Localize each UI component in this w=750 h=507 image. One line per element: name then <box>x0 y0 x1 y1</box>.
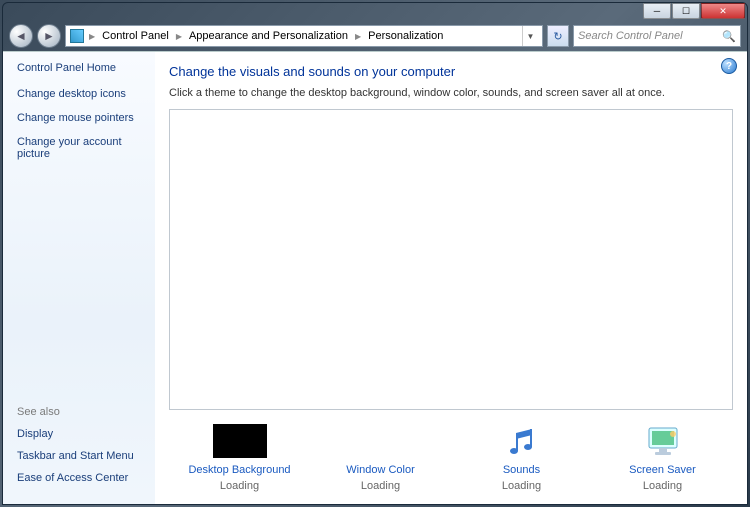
breadcrumb-item[interactable]: Personalization <box>366 30 445 42</box>
screen-saver-icon <box>633 424 693 458</box>
setting-label: Sounds <box>503 464 540 476</box>
sidebar: Control Panel Home Change desktop icons … <box>3 52 155 504</box>
control-panel-icon <box>70 29 84 43</box>
forward-button[interactable]: ► <box>37 24 61 48</box>
setting-screen-saver[interactable]: Screen Saver Loading <box>598 424 728 492</box>
page-subtitle: Click a theme to change the desktop back… <box>169 87 733 99</box>
see-also-display[interactable]: Display <box>17 428 145 440</box>
setting-status: Loading <box>361 480 400 492</box>
breadcrumb-item[interactable]: Control Panel <box>100 30 171 42</box>
setting-status: Loading <box>502 480 541 492</box>
setting-sounds[interactable]: Sounds Loading <box>457 424 587 492</box>
see-also-ease-of-access[interactable]: Ease of Access Center <box>17 472 145 484</box>
maximize-button[interactable]: ☐ <box>672 3 700 19</box>
setting-label: Desktop Background <box>188 464 290 476</box>
settings-row: Desktop Background Loading Window Color … <box>169 410 733 496</box>
breadcrumb[interactable]: ▶ Control Panel ▶ Appearance and Persona… <box>65 25 543 47</box>
chevron-right-icon: ▶ <box>173 32 185 41</box>
search-placeholder: Search Control Panel <box>578 30 683 42</box>
desktop-background-thumbnail <box>210 424 270 458</box>
title-bar: ─ ☐ ✕ <box>3 3 747 23</box>
chevron-right-icon: ▶ <box>352 32 364 41</box>
close-button[interactable]: ✕ <box>701 3 745 19</box>
content-area: Control Panel Home Change desktop icons … <box>3 51 747 504</box>
theme-list[interactable] <box>169 109 733 410</box>
setting-label: Window Color <box>346 464 414 476</box>
window-buttons: ─ ☐ ✕ <box>642 3 745 19</box>
see-also-taskbar[interactable]: Taskbar and Start Menu <box>17 450 145 462</box>
setting-desktop-background[interactable]: Desktop Background Loading <box>175 424 305 492</box>
address-bar: ◄ ► ▶ Control Panel ▶ Appearance and Per… <box>3 23 747 51</box>
setting-label: Screen Saver <box>629 464 696 476</box>
setting-status: Loading <box>643 480 682 492</box>
window-frame: ─ ☐ ✕ ◄ ► ▶ Control Panel ▶ Appearance a… <box>2 2 748 505</box>
setting-status: Loading <box>220 480 259 492</box>
search-icon: 🔍 <box>722 30 736 43</box>
task-change-account-picture[interactable]: Change your account picture <box>17 136 145 160</box>
page-title: Change the visuals and sounds on your co… <box>169 64 733 79</box>
control-panel-home-link[interactable]: Control Panel Home <box>17 62 145 74</box>
chevron-right-icon: ▶ <box>86 32 98 41</box>
setting-window-color[interactable]: Window Color Loading <box>316 424 446 492</box>
breadcrumb-dropdown[interactable]: ▼ <box>522 26 538 46</box>
breadcrumb-item[interactable]: Appearance and Personalization <box>187 30 350 42</box>
minimize-button[interactable]: ─ <box>643 3 671 19</box>
main-panel: ? Change the visuals and sounds on your … <box>155 52 747 504</box>
search-input[interactable]: Search Control Panel 🔍 <box>573 25 741 47</box>
black-thumbnail <box>213 424 267 458</box>
window-color-icon <box>351 424 411 458</box>
help-icon[interactable]: ? <box>721 58 737 74</box>
refresh-button[interactable]: ↻ <box>547 25 569 47</box>
see-also-header: See also <box>17 406 145 418</box>
task-change-desktop-icons[interactable]: Change desktop icons <box>17 88 145 100</box>
task-change-mouse-pointers[interactable]: Change mouse pointers <box>17 112 145 124</box>
back-button[interactable]: ◄ <box>9 24 33 48</box>
sounds-icon <box>492 424 552 458</box>
